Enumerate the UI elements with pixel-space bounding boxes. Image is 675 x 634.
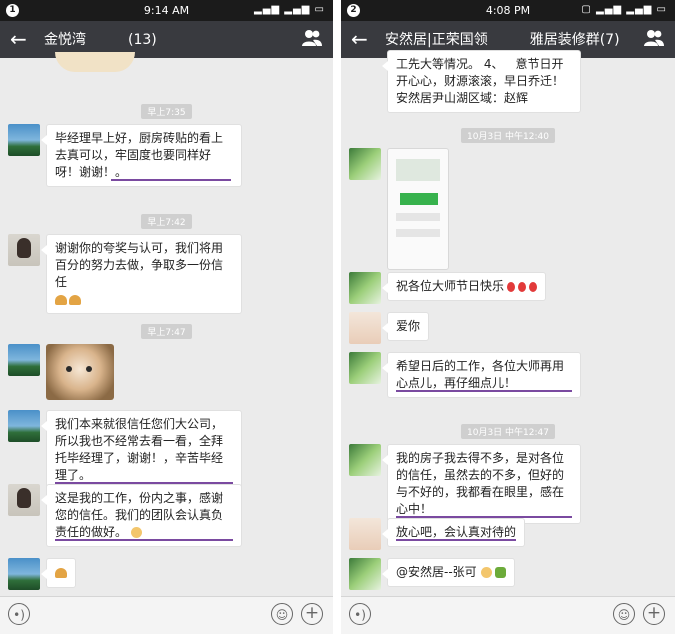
avatar[interactable]	[349, 312, 381, 344]
plus-icon[interactable]: +	[643, 603, 665, 625]
message-bubble[interactable]: 希望日后的工作，各位大师再用心点儿，再仔细点儿！	[382, 352, 581, 398]
message-bubble[interactable]: 放心吧，会认真对待的	[381, 518, 526, 547]
status-bar: 1 9:14 AM ▂▄▆ ▂▄▆ ▭	[0, 0, 333, 21]
sticker-image	[55, 52, 135, 72]
group-members-icon[interactable]	[301, 27, 323, 49]
message-list[interactable]: 工先大等情况。 4、 意节日开 开心心，财源滚滚，早日乔迁！ 安然居尹山湖区域：…	[341, 50, 675, 597]
avatar[interactable]	[349, 518, 381, 550]
balloon-icon	[507, 281, 516, 292]
emoji-face-icon[interactable]: ☺	[613, 603, 635, 625]
message-text: 放心吧，会认真对待的	[396, 525, 517, 539]
message-bubble[interactable]: 谢谢你的夸奖与认可，我们将用百分的努力去做，争取多一份信任	[41, 234, 242, 314]
back-arrow-icon[interactable]: ←	[10, 26, 27, 52]
message-text: 谢谢你的夸奖与认可，我们将用百分的努力去做，争取多一份信任	[55, 241, 224, 289]
message-text: 我的房子我去得不多，是对各位的信任，虽然去的不多，但好的与不好的，我都看在眼里，…	[396, 451, 565, 516]
message-text: 爱你	[396, 319, 421, 333]
smile-emoji-icon	[480, 567, 492, 578]
back-arrow-icon[interactable]: ←	[351, 26, 368, 52]
pray-hands-icon	[55, 294, 67, 305]
left-phone-screenshot: 1 9:14 AM ▂▄▆ ▂▄▆ ▭ ← 金悦湾 (13) 早上7:35 毕经…	[0, 0, 333, 634]
emoji-face-icon[interactable]: ☺	[271, 603, 293, 625]
input-bar: •) ☺ +	[0, 596, 333, 634]
group-members-icon[interactable]	[643, 27, 665, 49]
message-text: 毕经理早上好，厨房砖贴的看上去真可以，牢固度也要同样好呀！谢谢！。	[55, 131, 224, 179]
chat-header: ← 金悦湾 (13)	[0, 21, 333, 58]
avatar[interactable]	[349, 558, 381, 590]
balloon-icon	[518, 281, 527, 292]
message-bubble[interactable]: 祝各位大师节日快乐	[381, 272, 547, 301]
message-text: 祝各位大师节日快乐	[396, 279, 505, 293]
timestamp: 早上7:42	[0, 210, 333, 229]
message-text: 开心心，财源滚滚，早日乔迁！	[396, 74, 565, 88]
screenshot-image[interactable]	[387, 148, 449, 270]
message-bubble[interactable]: 毕经理早上好，厨房砖贴的看上去真可以，牢固度也要同样好呀！谢谢！。	[41, 124, 242, 187]
avatar[interactable]	[8, 410, 40, 442]
right-phone-screenshot: 2 4:08 PM ▢ ▂▄▆ ▂▄▆ ▭ ← 安然居|正荣国领 雅居装修群(7…	[341, 0, 675, 634]
message-bubble[interactable]: 这是我的工作，份内之事，感谢您的信任。我们的团队会认真负责任的做好。	[41, 484, 242, 547]
timestamp: 早上7:47	[0, 320, 333, 339]
message-bubble[interactable]: @安然居--张可	[381, 558, 516, 587]
underline-annotation	[396, 539, 516, 541]
avatar[interactable]	[349, 352, 381, 384]
status-bar: 2 4:08 PM ▢ ▂▄▆ ▂▄▆ ▭	[341, 0, 675, 21]
message-text: @安然居--张可	[396, 565, 477, 579]
pray-hands-icon	[55, 567, 67, 578]
message-bubble[interactable]: 爱你	[381, 312, 430, 341]
timestamp: 10月3日 中午12:47	[341, 420, 675, 439]
timestamp: 10月3日 中午12:40	[341, 124, 675, 143]
chat-title: 安然居|正荣国领 雅居装修群(7)	[385, 32, 620, 48]
avatar[interactable]	[349, 272, 381, 304]
avatar[interactable]	[8, 234, 40, 266]
message-text: 我们本来就很信任您们大公司，所以我也不经常去看一看，全拜托毕经理了，谢谢！，辛苦…	[55, 417, 224, 482]
voice-icon[interactable]: •)	[8, 603, 30, 625]
avatar[interactable]	[8, 484, 40, 516]
avatar[interactable]	[8, 344, 40, 376]
message-text: 希望日后的工作，各位大师再用心点儿，再仔细点儿！	[396, 359, 565, 390]
avatar[interactable]	[349, 444, 381, 476]
plus-icon[interactable]: +	[301, 603, 323, 625]
timestamp: 早上7:35	[0, 100, 333, 119]
cat-sticker-image[interactable]	[46, 344, 114, 400]
avatar[interactable]	[8, 558, 40, 590]
chat-title: 金悦湾 (13)	[44, 32, 157, 48]
message-bubble[interactable]: 我的房子我去得不多，是对各位的信任，虽然去的不多，但好的与不好的，我都看在眼里，…	[382, 444, 581, 524]
input-bar: •) ☺ +	[341, 596, 675, 634]
avatar[interactable]	[349, 148, 381, 180]
message-text: 安然居尹山湖区域：赵辉	[396, 91, 529, 105]
message-text: 工先大等情况。 4、 意节日开	[396, 57, 564, 71]
pray-hands-icon	[69, 294, 81, 305]
signal-battery-icon: ▢ ▂▄▆ ▂▄▆ ▭	[581, 4, 667, 15]
message-bubble[interactable]: 工先大等情况。 4、 意节日开 开心心，财源滚滚，早日乔迁！ 安然居尹山湖区域：…	[382, 50, 581, 113]
money-bag-icon	[495, 567, 507, 578]
underline-annotation	[55, 539, 233, 541]
underline-annotation	[111, 179, 231, 181]
signal-battery-icon: ▂▄▆ ▂▄▆ ▭	[254, 4, 325, 15]
smile-emoji-icon	[130, 527, 142, 538]
balloon-icon	[529, 281, 538, 292]
message-list[interactable]: 早上7:35 毕经理早上好，厨房砖贴的看上去真可以，牢固度也要同样好呀！谢谢！。…	[0, 52, 333, 597]
message-bubble[interactable]	[41, 558, 76, 588]
voice-icon[interactable]: •)	[349, 603, 371, 625]
underline-annotation	[396, 390, 572, 392]
avatar[interactable]	[8, 124, 40, 156]
message-bubble[interactable]: 我们本来就很信任您们大公司，所以我也不经常去看一看，全拜托毕经理了，谢谢！，辛苦…	[41, 410, 242, 490]
